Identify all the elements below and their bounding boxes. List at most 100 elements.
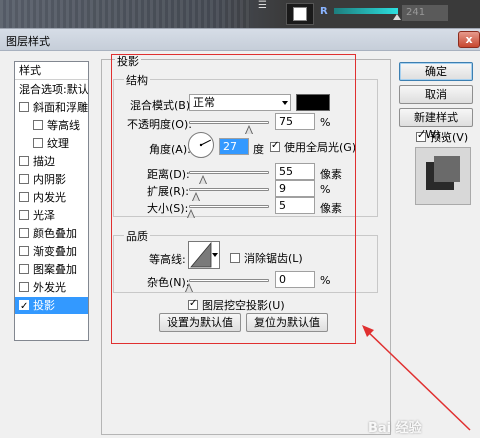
spread-label: 扩展(R): [147, 185, 189, 198]
noise-input[interactable]: 0 [275, 271, 315, 288]
angle-input[interactable]: 27 [219, 138, 249, 155]
size-unit: 像素 [320, 202, 342, 215]
dialog-title: 图层样式 [6, 35, 50, 48]
color-swatch[interactable] [286, 3, 314, 25]
knockout-checkbox-row[interactable]: 图层挖空投影(U) [188, 297, 285, 313]
red-channel-value[interactable]: 241 [402, 5, 448, 21]
chevron-down-icon [282, 101, 288, 105]
knockout-checkbox[interactable] [188, 298, 198, 310]
layer-style-dialog: 图层样式 x 样式 混合选项:默认斜面和浮雕等高线纹理描边 内阴影内发光光泽颜色叠… [0, 28, 480, 438]
style-list-item[interactable]: 纹理 [15, 135, 88, 152]
style-item-checkbox[interactable] [19, 102, 29, 112]
noise-slider-thumb[interactable] [185, 283, 193, 293]
knockout-label: 图层挖空投影(U) [202, 299, 285, 312]
contour-label: 等高线: [149, 253, 186, 266]
distance-slider-thumb[interactable] [199, 175, 208, 185]
distance-input[interactable]: 55 [275, 163, 315, 180]
spread-slider-track[interactable] [189, 188, 269, 191]
preview-checkbox-row[interactable]: 预览(V) [416, 129, 468, 145]
size-input[interactable]: 5 [275, 197, 315, 214]
chevron-down-icon[interactable] [212, 253, 218, 257]
style-item-checkbox[interactable] [19, 282, 29, 292]
channel-label: R [320, 6, 328, 17]
shadow-color-swatch[interactable] [296, 94, 330, 111]
style-item-checkbox[interactable] [19, 174, 29, 184]
style-item-checkbox[interactable] [19, 298, 29, 314]
reset-default-button[interactable]: 复位为默认值 [246, 313, 328, 332]
opacity-slider-thumb[interactable] [245, 125, 253, 135]
preview-checkbox[interactable] [416, 130, 426, 142]
contour-picker[interactable] [188, 241, 220, 269]
panel-menu-icon[interactable]: ☰ [258, 0, 278, 14]
antialias-checkbox[interactable] [230, 253, 240, 263]
style-item-checkbox[interactable] [19, 210, 29, 220]
style-list-item[interactable]: 内发光 [15, 189, 88, 206]
style-item-label: 内发光 [33, 191, 66, 204]
blend-mode-select[interactable]: 正常 [189, 94, 291, 111]
opacity-slider-track[interactable] [189, 121, 269, 124]
style-list-item[interactable]: 外发光 [15, 279, 88, 296]
style-item-label: 外发光 [33, 281, 66, 294]
style-list-item[interactable]: 斜面和浮雕 [15, 99, 88, 116]
style-item-label: 纹理 [47, 137, 69, 150]
style-item-label: 图案叠加 [33, 263, 77, 276]
global-light-checkbox-row[interactable]: 使用全局光(G) [270, 139, 356, 155]
angle-unit: 度 [253, 143, 264, 156]
noise-unit: % [320, 274, 331, 287]
style-list-item[interactable]: 投影 [15, 297, 88, 314]
style-item-label: 渐变叠加 [33, 245, 77, 258]
size-slider-track[interactable] [189, 205, 269, 208]
red-channel-slider-thumb[interactable] [393, 14, 401, 20]
style-item-label: 斜面和浮雕 [33, 101, 88, 114]
antialias-checkbox-row[interactable]: 消除锯齿(L) [230, 250, 303, 266]
style-item-label: 混合选项:默认 [19, 83, 88, 96]
global-light-checkbox[interactable] [270, 140, 280, 152]
style-list-item[interactable]: 等高线 [15, 117, 88, 134]
style-list-item[interactable]: 图案叠加 [15, 261, 88, 278]
style-list-item[interactable]: 描边 [15, 153, 88, 170]
red-channel-slider[interactable] [334, 8, 398, 14]
style-item-checkbox[interactable] [19, 192, 29, 202]
style-list-item[interactable]: 颜色叠加 [15, 225, 88, 242]
spread-slider-thumb[interactable] [192, 192, 201, 202]
cancel-button[interactable]: 取消 [399, 85, 473, 104]
close-button[interactable]: x [458, 31, 480, 48]
structure-group-title: 结构 [124, 72, 150, 88]
style-item-label: 光泽 [33, 209, 55, 222]
distance-label: 距离(D): [147, 168, 190, 181]
size-label: 大小(S): [147, 202, 189, 215]
angle-dial[interactable] [187, 131, 215, 159]
blend-mode-label: 混合模式(B): [130, 99, 194, 112]
style-list-item[interactable]: 渐变叠加 [15, 243, 88, 260]
distance-slider-track[interactable] [189, 171, 269, 174]
global-light-label: 使用全局光(G) [284, 141, 357, 154]
style-list-item[interactable]: 混合选项:默认 [15, 81, 88, 98]
opacity-input[interactable]: 75 [275, 113, 315, 130]
blend-mode-value: 正常 [193, 96, 215, 109]
ok-button[interactable]: 确定 [399, 62, 473, 81]
style-list-item[interactable]: 内阴影 [15, 171, 88, 188]
style-item-checkbox[interactable] [19, 156, 29, 166]
angle-label: 角度(A): [149, 143, 191, 156]
noise-slider-track[interactable] [189, 279, 269, 282]
new-style-button[interactable]: 新建样式(W)... [399, 108, 473, 141]
style-item-checkbox[interactable] [19, 228, 29, 238]
size-slider-thumb[interactable] [186, 209, 195, 219]
drop-shadow-section-title: 投影 [115, 53, 141, 69]
style-item-checkbox[interactable] [33, 120, 43, 130]
preview-square [434, 156, 460, 182]
style-item-label: 投影 [33, 299, 55, 312]
set-default-button[interactable]: 设置为默认值 [159, 313, 241, 332]
opacity-unit: % [320, 116, 331, 129]
spread-input[interactable]: 9 [275, 180, 315, 197]
style-item-label: 颜色叠加 [33, 227, 77, 240]
style-item-checkbox[interactable] [33, 138, 43, 148]
style-list-header[interactable]: 样式 [15, 62, 88, 80]
spread-unit: % [320, 183, 331, 196]
dialog-titlebar[interactable]: 图层样式 x [0, 29, 480, 51]
style-preview [415, 147, 471, 205]
style-list-item[interactable]: 光泽 [15, 207, 88, 224]
style-item-checkbox[interactable] [19, 264, 29, 274]
foreground-color-swatch[interactable] [293, 7, 307, 21]
style-item-checkbox[interactable] [19, 246, 29, 256]
